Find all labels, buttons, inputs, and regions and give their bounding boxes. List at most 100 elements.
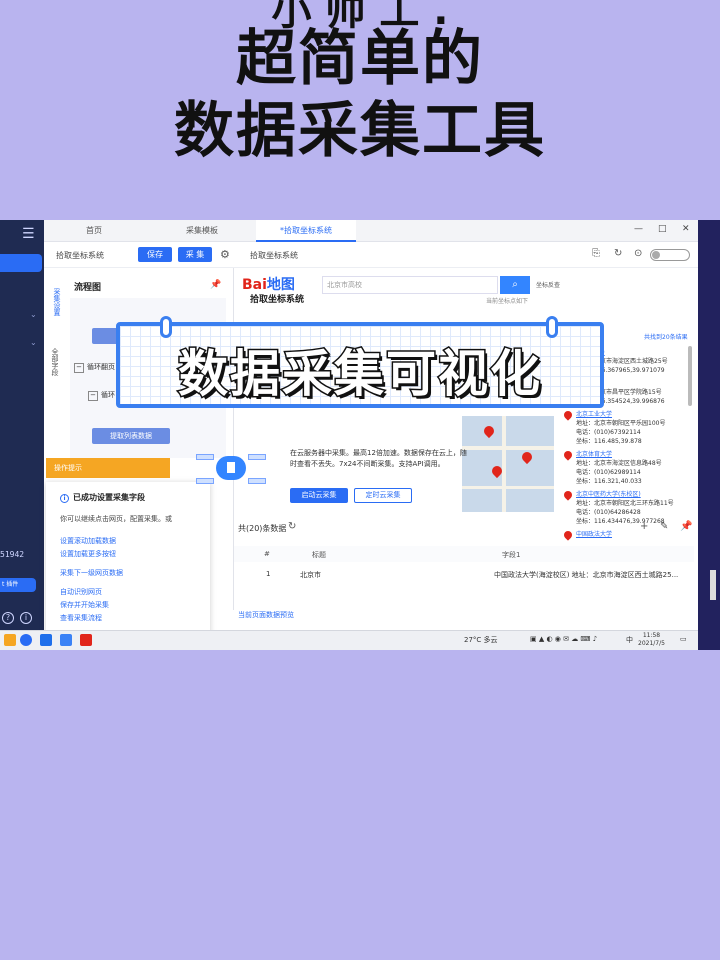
auto-detect-link[interactable]: 自动识别网页 <box>60 586 196 599</box>
result-name[interactable]: 北京体育大学 <box>576 450 694 459</box>
col-field1: 字段1 <box>502 551 521 559</box>
app-icon[interactable] <box>80 634 92 646</box>
flow-node-extract[interactable]: 提取列表数据 <box>92 428 170 444</box>
menu-icon[interactable]: ☰ <box>22 226 35 242</box>
preview-link[interactable]: 当前页面数据预览 <box>238 610 294 620</box>
minimize-icon[interactable]: — <box>634 224 643 234</box>
result-phone: 电话：(010)64286428 <box>576 509 641 516</box>
flow-loop[interactable]: 循环 <box>88 390 115 401</box>
cloud-illustration <box>196 448 266 492</box>
pin-icon[interactable]: 📌 <box>680 521 692 532</box>
vtab-fields[interactable]: 全部字段 <box>50 348 60 376</box>
pin-icon[interactable]: 📌 <box>210 280 221 290</box>
headline-line-2: 数据采集工具 <box>174 96 546 166</box>
scroll-load-link[interactable]: 设置滚动加载数据 <box>60 535 196 548</box>
table-row[interactable]: 1 北京市 中国政法大学(海淀校区) 地址：北京市海淀区西土城路25... <box>234 566 694 582</box>
search-input[interactable]: 北京市高校 <box>322 276 498 294</box>
close-icon[interactable]: ✕ <box>682 224 690 234</box>
app-icon[interactable] <box>60 634 72 646</box>
chevron-down-icon[interactable]: ⌄ <box>30 310 37 319</box>
refresh-icon[interactable]: ↻ <box>288 521 296 532</box>
ime-text[interactable]: 中 <box>626 635 633 645</box>
tray-icons[interactable]: ▣ ▲ ◐ ◉ ✉ ☁ ⌨ ♪ <box>530 635 597 643</box>
col-title: 标题 <box>312 551 326 559</box>
map-road <box>462 486 554 489</box>
result-phone: 电话：(010)62989114 <box>576 469 641 476</box>
settings-icon[interactable]: ⊙ <box>634 248 642 259</box>
map-pin-icon[interactable] <box>481 423 497 439</box>
list-item[interactable]: 北京工业大学 地址：北京市朝阳区平乐园100号 电话：(010)67392114 坐标… <box>562 409 694 446</box>
maximize-icon[interactable]: □ <box>658 224 667 234</box>
map-road <box>462 446 554 450</box>
sidebar-active-item[interactable] <box>0 254 42 272</box>
operation-tip-button[interactable]: 操作提示 <box>46 458 170 478</box>
left-sidebar: ☰ ⌄ ⌄ 51942 t 插件 ? i <box>0 220 44 630</box>
sidebar-pill[interactable]: t 插件 <box>0 578 36 592</box>
table-scrollbar[interactable] <box>710 570 716 600</box>
clock[interactable]: 11:58 2021/7/5 <box>638 632 665 648</box>
app-icon[interactable] <box>40 634 52 646</box>
map-view[interactable] <box>462 416 554 512</box>
result-count-link[interactable]: 共找到20条结果 <box>644 332 688 341</box>
collect-button[interactable]: 采 集 <box>178 247 212 262</box>
logo-du: 地图 <box>266 277 295 293</box>
toolbar: 拾取坐标系统 保存 采 集 ⚙ 拾取坐标系统 ⎘ ↻ ⊙ <box>44 242 698 268</box>
result-name[interactable]: 北京中医药大学(东校区) <box>576 490 694 499</box>
map-pin-icon[interactable] <box>519 449 535 465</box>
result-name[interactable]: 北京工业大学 <box>576 410 694 419</box>
tip-box: i 已成功设置采集字段 你可以继续点击网页，配置采集。或 设置滚动加载数据 设置加… <box>46 482 210 642</box>
timed-cloud-button[interactable]: 定时云采集 <box>354 488 412 503</box>
task-title: 拾取坐标系统 <box>56 251 104 260</box>
col-index: # <box>264 550 270 558</box>
table-toolbar: 共(20)条数据 ↻ + ✎ 📌 <box>234 518 698 538</box>
document-icon <box>227 462 235 473</box>
save-button[interactable]: 保存 <box>138 247 172 262</box>
tip-body: 你可以继续点击网页，配置采集。或 <box>60 515 172 523</box>
info-icon: i <box>60 494 69 503</box>
add-icon[interactable]: + <box>640 521 648 532</box>
result-address: 地址：北京市朝阳区平乐园100号 <box>576 420 666 427</box>
result-address: 地址：北京市海淀区信息路48号 <box>576 460 662 467</box>
load-more-link[interactable]: 设置加载更多按钮 <box>60 548 196 561</box>
weather-text[interactable]: 27°C 多云 <box>464 635 498 645</box>
gear-icon[interactable]: ⚙ <box>220 248 230 261</box>
mode-toggle[interactable] <box>650 249 690 261</box>
browser-icon[interactable] <box>20 634 32 646</box>
vtab-settings[interactable]: 采集设置 <box>50 288 62 316</box>
refresh-icon[interactable]: ↻ <box>614 248 622 259</box>
banner-title: 数据采集可视化 <box>177 344 542 405</box>
search-icon[interactable]: ⌕ <box>500 276 530 294</box>
table-header: # 标题 字段1 <box>234 546 694 562</box>
tab-templates[interactable]: 采集模板 <box>152 220 252 242</box>
info-icon[interactable]: i <box>20 612 32 624</box>
result-phone: 电话：(010)67392114 <box>576 429 641 436</box>
notification-icon[interactable]: ▭ <box>680 635 687 643</box>
page-url[interactable]: 拾取坐标系统 <box>250 250 298 261</box>
list-item[interactable]: 北京体育大学 地址：北京市海淀区信息路48号 电话：(010)62989114 坐标：… <box>562 449 694 486</box>
baidu-logo: Bai地图 <box>242 274 295 294</box>
flow-loop-pages[interactable]: 循环翻页 <box>74 362 115 373</box>
coord-check[interactable]: 坐标反查 <box>536 280 560 289</box>
result-address: 地址：北京市朝阳区北三环东路11号 <box>576 500 674 507</box>
sidebar-id-text: 51942 <box>0 550 25 559</box>
map-pin-icon <box>562 449 574 461</box>
app-icon[interactable] <box>4 634 16 646</box>
row-count: 共(20)条数据 <box>238 524 287 533</box>
help-icon[interactable]: ? <box>2 612 14 624</box>
tab-coordinate-system[interactable]: *拾取坐标系统 <box>256 220 356 242</box>
tip-heading-text: 已成功设置采集字段 <box>73 493 145 502</box>
start-cloud-button[interactable]: 启动云采集 <box>290 488 348 503</box>
right-edge-strip <box>698 220 720 650</box>
view-flow-link[interactable]: 查看采集流程 <box>60 612 196 625</box>
next-level-link[interactable]: 采集下一级网页数据 <box>60 567 196 580</box>
tab-home[interactable]: 首页 <box>44 220 144 242</box>
edit-icon[interactable]: ✎ <box>660 521 668 532</box>
map-road <box>502 416 506 512</box>
cell-index: 1 <box>266 570 271 578</box>
tab-bar: 首页 采集模板 *拾取坐标系统 — □ ✕ <box>44 220 698 242</box>
chevron-down-icon[interactable]: ⌄ <box>30 338 37 347</box>
save-start-link[interactable]: 保存并开始采集 <box>60 599 196 612</box>
export-icon[interactable]: ⎘ <box>592 248 600 259</box>
result-coord: 坐标：116.321,40.033 <box>576 478 642 485</box>
overlay-banner: 数据采集可视化 <box>116 316 604 408</box>
